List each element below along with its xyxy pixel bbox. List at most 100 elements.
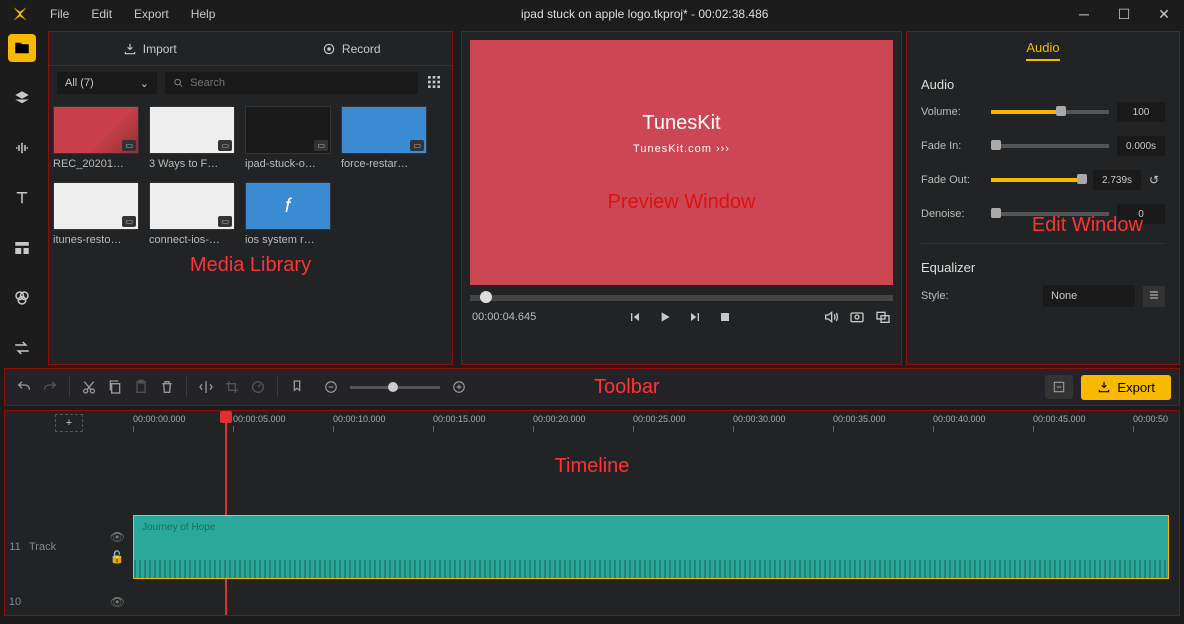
media-item[interactable]: ▭connect-ios-… <box>149 182 235 246</box>
media-item[interactable]: ▭ itunes-resto… <box>53 182 139 246</box>
fullscreen-icon[interactable] <box>875 309 891 325</box>
preview-timecode: 00:00:04.645 <box>472 311 536 323</box>
speed-icon[interactable] <box>247 376 269 398</box>
grid-view-icon[interactable] <box>426 74 444 92</box>
cut-icon[interactable] <box>78 376 100 398</box>
menu-help[interactable]: Help <box>181 3 226 25</box>
volume-label: Volume: <box>921 106 983 118</box>
audio-clip[interactable]: Journey of Hope <box>133 515 1169 579</box>
video-badge-icon: ▭ <box>122 216 136 227</box>
paste-icon[interactable] <box>130 376 152 398</box>
maximize-button[interactable]: ☐ <box>1104 6 1144 23</box>
timeline-ruler[interactable]: 00:00:00.000 00:00:05.000 00:00:10.000 0… <box>133 411 1179 435</box>
track-number: 10 <box>5 596 25 608</box>
media-item-label: ios system r… <box>245 234 331 246</box>
fadein-value[interactable]: 0.000s <box>1117 136 1165 156</box>
video-badge-icon: ▭ <box>410 140 424 151</box>
sidebar-media-icon[interactable] <box>8 34 36 62</box>
sidebar-audio-icon[interactable] <box>8 134 36 162</box>
sidebar-transition-icon[interactable] <box>8 334 36 362</box>
undo-icon[interactable] <box>13 376 35 398</box>
search-input[interactable] <box>190 77 410 89</box>
sidebar-filters-icon[interactable] <box>8 284 36 312</box>
ruler-tick: 00:00:40.000 <box>933 414 986 424</box>
search-icon <box>173 77 184 89</box>
timeline-annotation: Timeline <box>555 455 630 478</box>
clip-label: Journey of Hope <box>142 522 215 533</box>
import-icon <box>123 42 137 56</box>
denoise-slider[interactable] <box>991 212 1109 216</box>
split-icon[interactable] <box>195 376 217 398</box>
stop-icon[interactable] <box>717 309 733 325</box>
media-item-label: itunes-resto… <box>53 234 139 246</box>
ruler-tick: 00:00:00.000 <box>133 414 186 424</box>
track-name: Track <box>29 541 56 553</box>
eq-settings-icon[interactable] <box>1143 286 1165 307</box>
fadeout-value[interactable]: 2.739s <box>1093 170 1141 190</box>
window-title: ipad stuck on apple logo.tkproj* - 00:02… <box>225 7 1064 21</box>
eq-style-dropdown[interactable]: None <box>1043 285 1135 307</box>
preview-scrubber[interactable] <box>470 295 893 301</box>
media-item[interactable]: 𝑓ios system r… <box>245 182 331 246</box>
fadeout-slider[interactable] <box>991 178 1085 182</box>
equalizer-header: Equalizer <box>921 260 1165 275</box>
media-search[interactable] <box>165 72 418 94</box>
ruler-tick: 00:00:45.000 <box>1033 414 1086 424</box>
media-item[interactable]: ▭3 Ways to F… <box>149 106 235 170</box>
minimize-button[interactable]: ─ <box>1064 6 1104 23</box>
redo-icon[interactable] <box>39 376 61 398</box>
volume-slider[interactable] <box>991 110 1109 114</box>
export-icon <box>1097 380 1111 394</box>
media-item-label: REC_20201… <box>53 158 139 170</box>
media-item[interactable]: ▭ force-restar… <box>341 106 427 170</box>
preview-annotation: Preview Window <box>608 191 756 214</box>
fadeout-label: Fade Out: <box>921 174 983 186</box>
add-track-button[interactable]: + <box>55 414 83 432</box>
audio-tab[interactable]: Audio <box>1026 40 1059 61</box>
track-visibility-icon[interactable]: 👁 <box>110 530 125 544</box>
volume-icon[interactable] <box>823 309 839 325</box>
record-button[interactable]: Record <box>251 32 453 66</box>
media-filter-value: All (7) <box>65 77 94 89</box>
media-item[interactable]: ▭REC_20201… <box>53 106 139 170</box>
zoom-in-icon[interactable] <box>448 376 470 398</box>
marker-icon[interactable] <box>286 376 308 398</box>
close-button[interactable]: ✕ <box>1144 6 1184 23</box>
delete-icon[interactable] <box>156 376 178 398</box>
menu-edit[interactable]: Edit <box>81 3 122 25</box>
toolbar-annotation: Toolbar <box>594 376 660 399</box>
record-label: Record <box>342 42 381 56</box>
track-lock-icon[interactable]: 🔓 <box>110 550 125 564</box>
export-button[interactable]: Export <box>1081 375 1171 400</box>
zoom-out-icon[interactable] <box>320 376 342 398</box>
eq-style-value: None <box>1051 290 1077 302</box>
volume-value[interactable]: 100 <box>1117 102 1165 122</box>
import-label: Import <box>143 42 177 56</box>
track-visibility-icon[interactable]: 👁 <box>110 595 125 609</box>
import-button[interactable]: Import <box>49 32 251 66</box>
crop-icon[interactable] <box>221 376 243 398</box>
media-item-label: force-restar… <box>341 158 427 170</box>
menu-file[interactable]: File <box>40 3 79 25</box>
sidebar-template-icon[interactable] <box>8 234 36 262</box>
media-filter-dropdown[interactable]: All (7) ⌄ <box>57 72 157 94</box>
snapshot-icon[interactable] <box>849 309 865 325</box>
media-item[interactable]: ▭ipad-stuck-o… <box>245 106 331 170</box>
playhead[interactable] <box>225 411 227 615</box>
menu-export[interactable]: Export <box>124 3 179 25</box>
sidebar-layers-icon[interactable] <box>8 84 36 112</box>
fadeout-reset-icon[interactable]: ↺ <box>1149 173 1165 187</box>
play-icon[interactable] <box>657 309 673 325</box>
preview-panel: TunesKit TunesKit.com ››› Preview Window… <box>461 31 902 365</box>
sidebar-text-icon[interactable] <box>8 184 36 212</box>
fadein-slider[interactable] <box>991 144 1109 148</box>
prev-frame-icon[interactable] <box>627 309 643 325</box>
video-badge-icon: ▭ <box>314 140 328 151</box>
export-settings-icon[interactable] <box>1045 375 1073 399</box>
next-frame-icon[interactable] <box>687 309 703 325</box>
media-item-label: 3 Ways to F… <box>149 158 235 170</box>
video-badge-icon: ▭ <box>218 216 232 227</box>
zoom-slider[interactable] <box>350 386 440 389</box>
copy-icon[interactable] <box>104 376 126 398</box>
track-number: 11 <box>5 541 25 553</box>
